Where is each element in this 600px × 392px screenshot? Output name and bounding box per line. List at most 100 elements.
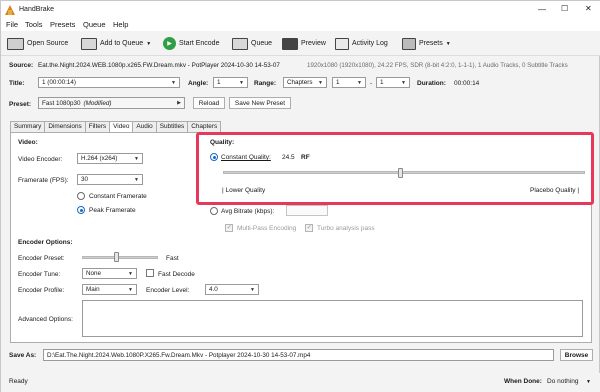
encoder-options-title: Encoder Options: — [18, 239, 73, 246]
encoder-profile-label: Encoder Profile: — [18, 287, 65, 294]
add-to-queue-label: Add to Queue — [100, 40, 144, 47]
presets-icon — [402, 37, 416, 50]
reload-label: Reload — [198, 99, 220, 107]
menu-help[interactable]: Help — [113, 20, 128, 29]
toolbar: Open Source Add to Queue ▼ ▶ Start Encod… — [1, 31, 600, 56]
chevron-down-icon[interactable]: ▼ — [586, 379, 591, 385]
presets-label: Presets — [419, 40, 443, 47]
queue-button[interactable]: Queue — [232, 35, 272, 52]
constant-framerate-radio[interactable] — [77, 192, 85, 200]
advanced-options-label: Advanced Options: — [18, 316, 73, 323]
encoder-preset-thumb[interactable] — [114, 252, 120, 262]
tab-strip: Summary Dimensions Filters Video Audio S… — [10, 121, 222, 133]
queue-label: Queue — [251, 40, 273, 47]
add-queue-icon — [81, 37, 97, 50]
encoder-preset-label: Encoder Preset: — [18, 255, 65, 262]
source-info: 1920x1080 (1920x1080), 24.22 FPS, SDR (8… — [307, 62, 568, 69]
close-icon[interactable]: ✕ — [585, 4, 592, 13]
title-label: Title: — [9, 80, 25, 87]
range-type-select[interactable]: Chapters ▼ — [283, 77, 327, 88]
fast-decode-label: Fast Decode — [158, 271, 195, 278]
range-to-select[interactable]: 1 ▼ — [376, 77, 410, 88]
when-done-value[interactable]: Do nothing — [547, 378, 578, 385]
maximize-icon[interactable]: ☐ — [561, 4, 568, 13]
log-icon — [335, 37, 349, 50]
film-icon — [7, 37, 24, 50]
avg-bitrate-label: Avg Bitrate (kbps): — [221, 208, 275, 215]
chevron-down-icon: ▼ — [146, 40, 152, 47]
menu-bar: File Tools Presets Queue Help — [1, 19, 600, 31]
save-new-preset-button[interactable]: Save New Preset — [229, 97, 291, 109]
peak-framerate-radio[interactable] — [77, 206, 85, 214]
presets-button[interactable]: Presets ▼ — [402, 35, 451, 52]
title-bar: HandBrake — ☐ ✕ — [1, 1, 600, 19]
open-source-label: Open Source — [27, 40, 69, 47]
browse-label: Browse — [564, 351, 589, 359]
add-to-queue-button[interactable]: Add to Queue ▼ — [81, 35, 151, 52]
open-source-button[interactable]: Open Source — [7, 35, 68, 52]
angle-label: Angle: — [188, 80, 209, 87]
preset-select[interactable]: Fast 1080p30 (Modified) ▶ — [38, 97, 185, 109]
video-encoder-label: Video Encoder: — [18, 156, 63, 163]
menu-file[interactable]: File — [6, 20, 18, 29]
chevron-down-icon: ▼ — [401, 80, 406, 86]
preset-modified: (Modified) — [83, 99, 112, 107]
chevron-down-icon: ▼ — [250, 287, 255, 293]
status-bar: Ready When Done: Do nothing ▼ — [1, 373, 600, 392]
range-label: Range: — [254, 80, 277, 87]
tab-dimensions[interactable]: Dimensions — [44, 121, 86, 132]
avg-bitrate-radio[interactable] — [210, 207, 218, 215]
turbo-checkbox[interactable] — [305, 223, 313, 232]
preset-name: Fast 1080p30 — [42, 99, 81, 107]
tab-subtitles[interactable]: Subtitles — [155, 121, 189, 132]
framerate-label: Framerate (FPS): — [18, 177, 69, 184]
encoder-profile-select[interactable]: Main ▼ — [82, 284, 137, 295]
title-select-value: 1 (00:00:14) — [42, 79, 76, 86]
encoder-level-label: Encoder Level: — [146, 287, 190, 294]
chevron-down-icon: ▼ — [128, 287, 133, 293]
preview-button[interactable]: Preview — [282, 35, 326, 52]
save-as-input[interactable]: D:\Eat.The.Night.2024.Web.1080P.X265.Fw.… — [43, 349, 554, 361]
menu-queue[interactable]: Queue — [83, 20, 106, 29]
encoder-level-value: 4.0 — [209, 286, 218, 293]
encoder-tune-label: Encoder Tune: — [18, 271, 61, 278]
quality-highlight-box — [196, 132, 594, 205]
encoder-profile-value: Main — [86, 286, 100, 293]
chevron-down-icon: ▼ — [171, 80, 176, 86]
tab-filters[interactable]: Filters — [84, 121, 111, 132]
tab-chapters[interactable]: Chapters — [187, 121, 222, 132]
when-done-label: When Done: — [504, 378, 542, 385]
angle-select[interactable]: 1 ▼ — [213, 77, 248, 88]
activity-log-button[interactable]: Activity Log — [335, 35, 388, 52]
browse-button[interactable]: Browse — [560, 349, 593, 361]
menu-tools[interactable]: Tools — [25, 20, 43, 29]
framerate-select[interactable]: 30 ▼ — [77, 174, 143, 185]
avg-bitrate-input[interactable] — [286, 205, 328, 216]
queue-icon — [232, 37, 248, 50]
encoder-tune-value: None — [86, 270, 102, 277]
chevron-down-icon: ▼ — [357, 80, 362, 86]
turbo-label: Turbo analysis pass — [317, 225, 375, 232]
range-separator: - — [370, 80, 373, 87]
constant-framerate-label: Constant Framerate — [89, 193, 147, 200]
encoder-preset-track[interactable] — [82, 256, 158, 259]
fast-decode-checkbox[interactable] — [146, 269, 154, 277]
video-encoder-select[interactable]: H.264 (x264) ▼ — [77, 153, 143, 164]
status-ready: Ready — [9, 378, 28, 385]
multipass-checkbox[interactable] — [225, 223, 233, 232]
title-select[interactable]: 1 (00:00:14) ▼ — [38, 77, 180, 88]
tab-audio[interactable]: Audio — [132, 121, 157, 132]
chevron-down-icon: ▼ — [128, 271, 133, 277]
save-as-path: D:\Eat.The.Night.2024.Web.1080P.X265.Fw.… — [47, 351, 311, 359]
advanced-options-textarea[interactable] — [82, 300, 583, 337]
tab-summary[interactable]: Summary — [10, 121, 46, 132]
range-from-value: 1 — [336, 79, 340, 86]
minimize-icon[interactable]: — — [538, 5, 546, 14]
reload-button[interactable]: Reload — [193, 97, 225, 109]
multipass-label: Multi-Pass Encoding — [237, 225, 297, 232]
menu-presets[interactable]: Presets — [50, 20, 75, 29]
encoder-level-select[interactable]: 4.0 ▼ — [205, 284, 259, 295]
encoder-tune-select[interactable]: None ▼ — [82, 268, 137, 279]
range-from-select[interactable]: 1 ▼ — [332, 77, 366, 88]
start-encode-button[interactable]: ▶ Start Encode — [163, 35, 219, 52]
